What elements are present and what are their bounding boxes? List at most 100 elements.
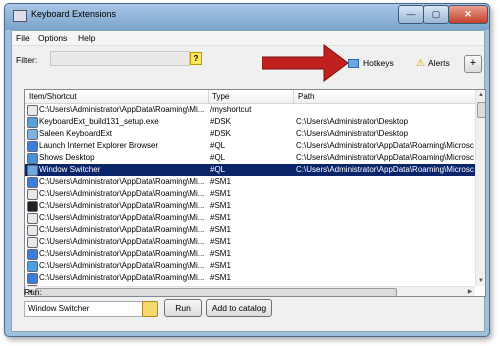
item-cell: C:\Users\Administrator\AppData\Roaming\M… xyxy=(39,213,205,222)
hotkeys-button[interactable]: Hotkeys xyxy=(348,58,394,72)
type-cell: #DSK xyxy=(210,129,231,138)
type-cell: #SM1 xyxy=(210,189,231,198)
type-cell: #DSK xyxy=(210,117,231,126)
menu-file[interactable]: File xyxy=(16,33,30,43)
app-icon xyxy=(27,129,38,140)
scroll-up-icon[interactable]: ▲ xyxy=(476,90,485,100)
ie-icon xyxy=(27,273,38,284)
filter-label: Filter: xyxy=(16,55,38,65)
table-row[interactable]: C:\Users\Administrator\AppData\Roaming\M… xyxy=(25,176,475,188)
doc-icon xyxy=(27,105,38,116)
type-cell: #SM1 xyxy=(210,213,231,222)
vertical-scroll-thumb[interactable] xyxy=(477,102,485,118)
menu-options[interactable]: Options xyxy=(38,33,67,43)
column-separator xyxy=(208,90,209,103)
table-row[interactable]: Saleen KeyboardExt #DSK C:\Users\Administr… xyxy=(25,128,475,140)
app-window: Keyboard Extensions — ▢ ✕ File Options H… xyxy=(4,3,490,337)
window-icon xyxy=(27,165,38,176)
filter-input[interactable] xyxy=(50,51,190,66)
browse-folder-icon[interactable] xyxy=(142,301,158,317)
run-input[interactable]: Window Switcher xyxy=(24,301,143,317)
table-row[interactable]: C:\Users\Administrator\AppData\Roaming\M… xyxy=(25,224,475,236)
red-arrow-annotation xyxy=(262,44,349,82)
table-row[interactable]: C:\Users\Administrator\AppData\Roaming\M… xyxy=(25,212,475,224)
type-cell: #SM1 xyxy=(210,261,231,270)
doc-icon xyxy=(27,213,38,224)
window-title: Keyboard Extensions xyxy=(31,9,117,19)
client-area: File Options Help Filter: ? Hotkeys ⚠ Ale… xyxy=(11,30,486,332)
item-cell: Saleen KeyboardExt xyxy=(39,129,112,138)
alerts-label: Alerts xyxy=(427,58,450,68)
horizontal-scroll-thumb[interactable] xyxy=(35,288,397,296)
run-button[interactable]: Run xyxy=(164,299,202,317)
table-row[interactable]: C:\Users\Administrator\AppData\Roaming\M… xyxy=(25,200,475,212)
item-cell: Launch Internet Explorer Browser xyxy=(39,141,159,150)
close-button[interactable]: ✕ xyxy=(448,5,488,24)
monitor-icon xyxy=(27,261,38,272)
table-row[interactable]: Window Switcher #QL C:\Users\Administrator… xyxy=(25,164,475,176)
installer-icon xyxy=(27,117,38,128)
menu-bar: File Options Help xyxy=(12,31,484,46)
item-cell: Window Switcher xyxy=(39,165,101,174)
run-label: Run: xyxy=(24,287,42,297)
item-cell: C:\Users\Administrator\AppData\Roaming\M… xyxy=(39,177,205,186)
alerts-button[interactable]: ⚠ Alerts xyxy=(416,58,450,72)
table-row[interactable]: C:\Users\Administrator\AppData\Roaming\M… xyxy=(25,272,475,284)
type-cell: #SM1 xyxy=(210,273,231,282)
help-icon[interactable]: ? xyxy=(190,52,202,65)
horizontal-scrollbar[interactable]: ◀ ▶ xyxy=(25,286,475,296)
type-cell: #QL xyxy=(210,141,226,150)
type-cell: #QL xyxy=(210,165,226,174)
path-cell: C:\Users\Administrator\AppData\Roaming\M… xyxy=(296,141,474,150)
doc-icon xyxy=(27,237,38,248)
hotkeys-label: Hotkeys xyxy=(363,58,394,68)
path-cell: C:\Users\Administrator\Desktop xyxy=(296,117,409,126)
type-cell: #SM1 xyxy=(210,201,231,210)
doc-icon xyxy=(27,189,38,200)
column-separator xyxy=(293,90,294,103)
column-type[interactable]: Type xyxy=(212,92,229,101)
type-cell: #SM1 xyxy=(210,177,231,186)
table-row[interactable]: KeyboardExt_build131_setup.exe #DSK C:\Use… xyxy=(25,116,475,128)
vertical-scrollbar[interactable]: ▲ ▼ xyxy=(475,90,485,286)
type-cell: #SM1 xyxy=(210,225,231,234)
menu-help[interactable]: Help xyxy=(78,33,95,43)
item-cell: C:\Users\Administrator\AppData\Roaming\M… xyxy=(39,105,205,114)
table-row[interactable]: C:\Users\Administrator\AppData\Roaming\M… xyxy=(25,236,475,248)
type-cell: #QL xyxy=(210,153,226,162)
desktop-icon xyxy=(27,153,38,164)
item-cell: C:\Users\Administrator\AppData\Roaming\M… xyxy=(39,261,205,270)
shortcut-list[interactable]: Item/Shortcut Type Path C:\Users\Adminis… xyxy=(24,89,486,297)
minimize-button[interactable]: — xyxy=(398,5,424,24)
ie-icon xyxy=(27,141,38,152)
scroll-right-icon[interactable]: ▶ xyxy=(465,287,475,296)
title-bar[interactable]: Keyboard Extensions — ▢ ✕ xyxy=(5,4,489,28)
item-cell: C:\Users\Administrator\AppData\Roaming\M… xyxy=(39,249,205,258)
hotkeys-icon xyxy=(348,59,359,69)
table-row[interactable]: C:\Users\Administrator\AppData\Roaming\M… xyxy=(25,260,475,272)
table-row[interactable]: C:\Users\Administrator\AppData\Roaming\M… xyxy=(25,104,475,116)
table-row[interactable]: Shows Desktop #QL C:\Users\Administrator\A… xyxy=(25,152,475,164)
path-cell: C:\Users\Administrator\AppData\Roaming\M… xyxy=(296,153,474,162)
item-cell: C:\Users\Administrator\AppData\Roaming\M… xyxy=(39,189,205,198)
maximize-button[interactable]: ▢ xyxy=(423,5,449,24)
type-cell: /myshortcut xyxy=(210,105,252,114)
column-path[interactable]: Path xyxy=(298,92,314,101)
list-rows: C:\Users\Administrator\AppData\Roaming\M… xyxy=(25,104,475,296)
path-cell: C:\Users\Administrator\Desktop xyxy=(296,129,409,138)
warning-icon: ⚠ xyxy=(416,58,425,70)
ie-icon xyxy=(27,177,38,188)
scroll-down-icon[interactable]: ▼ xyxy=(476,276,485,286)
item-cell: C:\Users\Administrator\AppData\Roaming\M… xyxy=(39,201,205,210)
item-cell: C:\Users\Administrator\AppData\Roaming\M… xyxy=(39,225,205,234)
ie-icon xyxy=(27,249,38,260)
item-cell: C:\Users\Administrator\AppData\Roaming\M… xyxy=(39,237,205,246)
table-row[interactable]: Launch Internet Explorer Browser #QL C:\Us… xyxy=(25,140,475,152)
table-row[interactable]: C:\Users\Administrator\AppData\Roaming\M… xyxy=(25,188,475,200)
item-cell: C:\Users\Administrator\AppData\Roaming\M… xyxy=(39,273,205,282)
column-item[interactable]: Item/Shortcut xyxy=(29,92,77,101)
keyboard-icon xyxy=(13,10,27,22)
add-button[interactable]: + xyxy=(464,55,482,73)
add-to-catalog-button[interactable]: Add to catalog xyxy=(206,299,272,317)
table-row[interactable]: C:\Users\Administrator\AppData\Roaming\M… xyxy=(25,248,475,260)
